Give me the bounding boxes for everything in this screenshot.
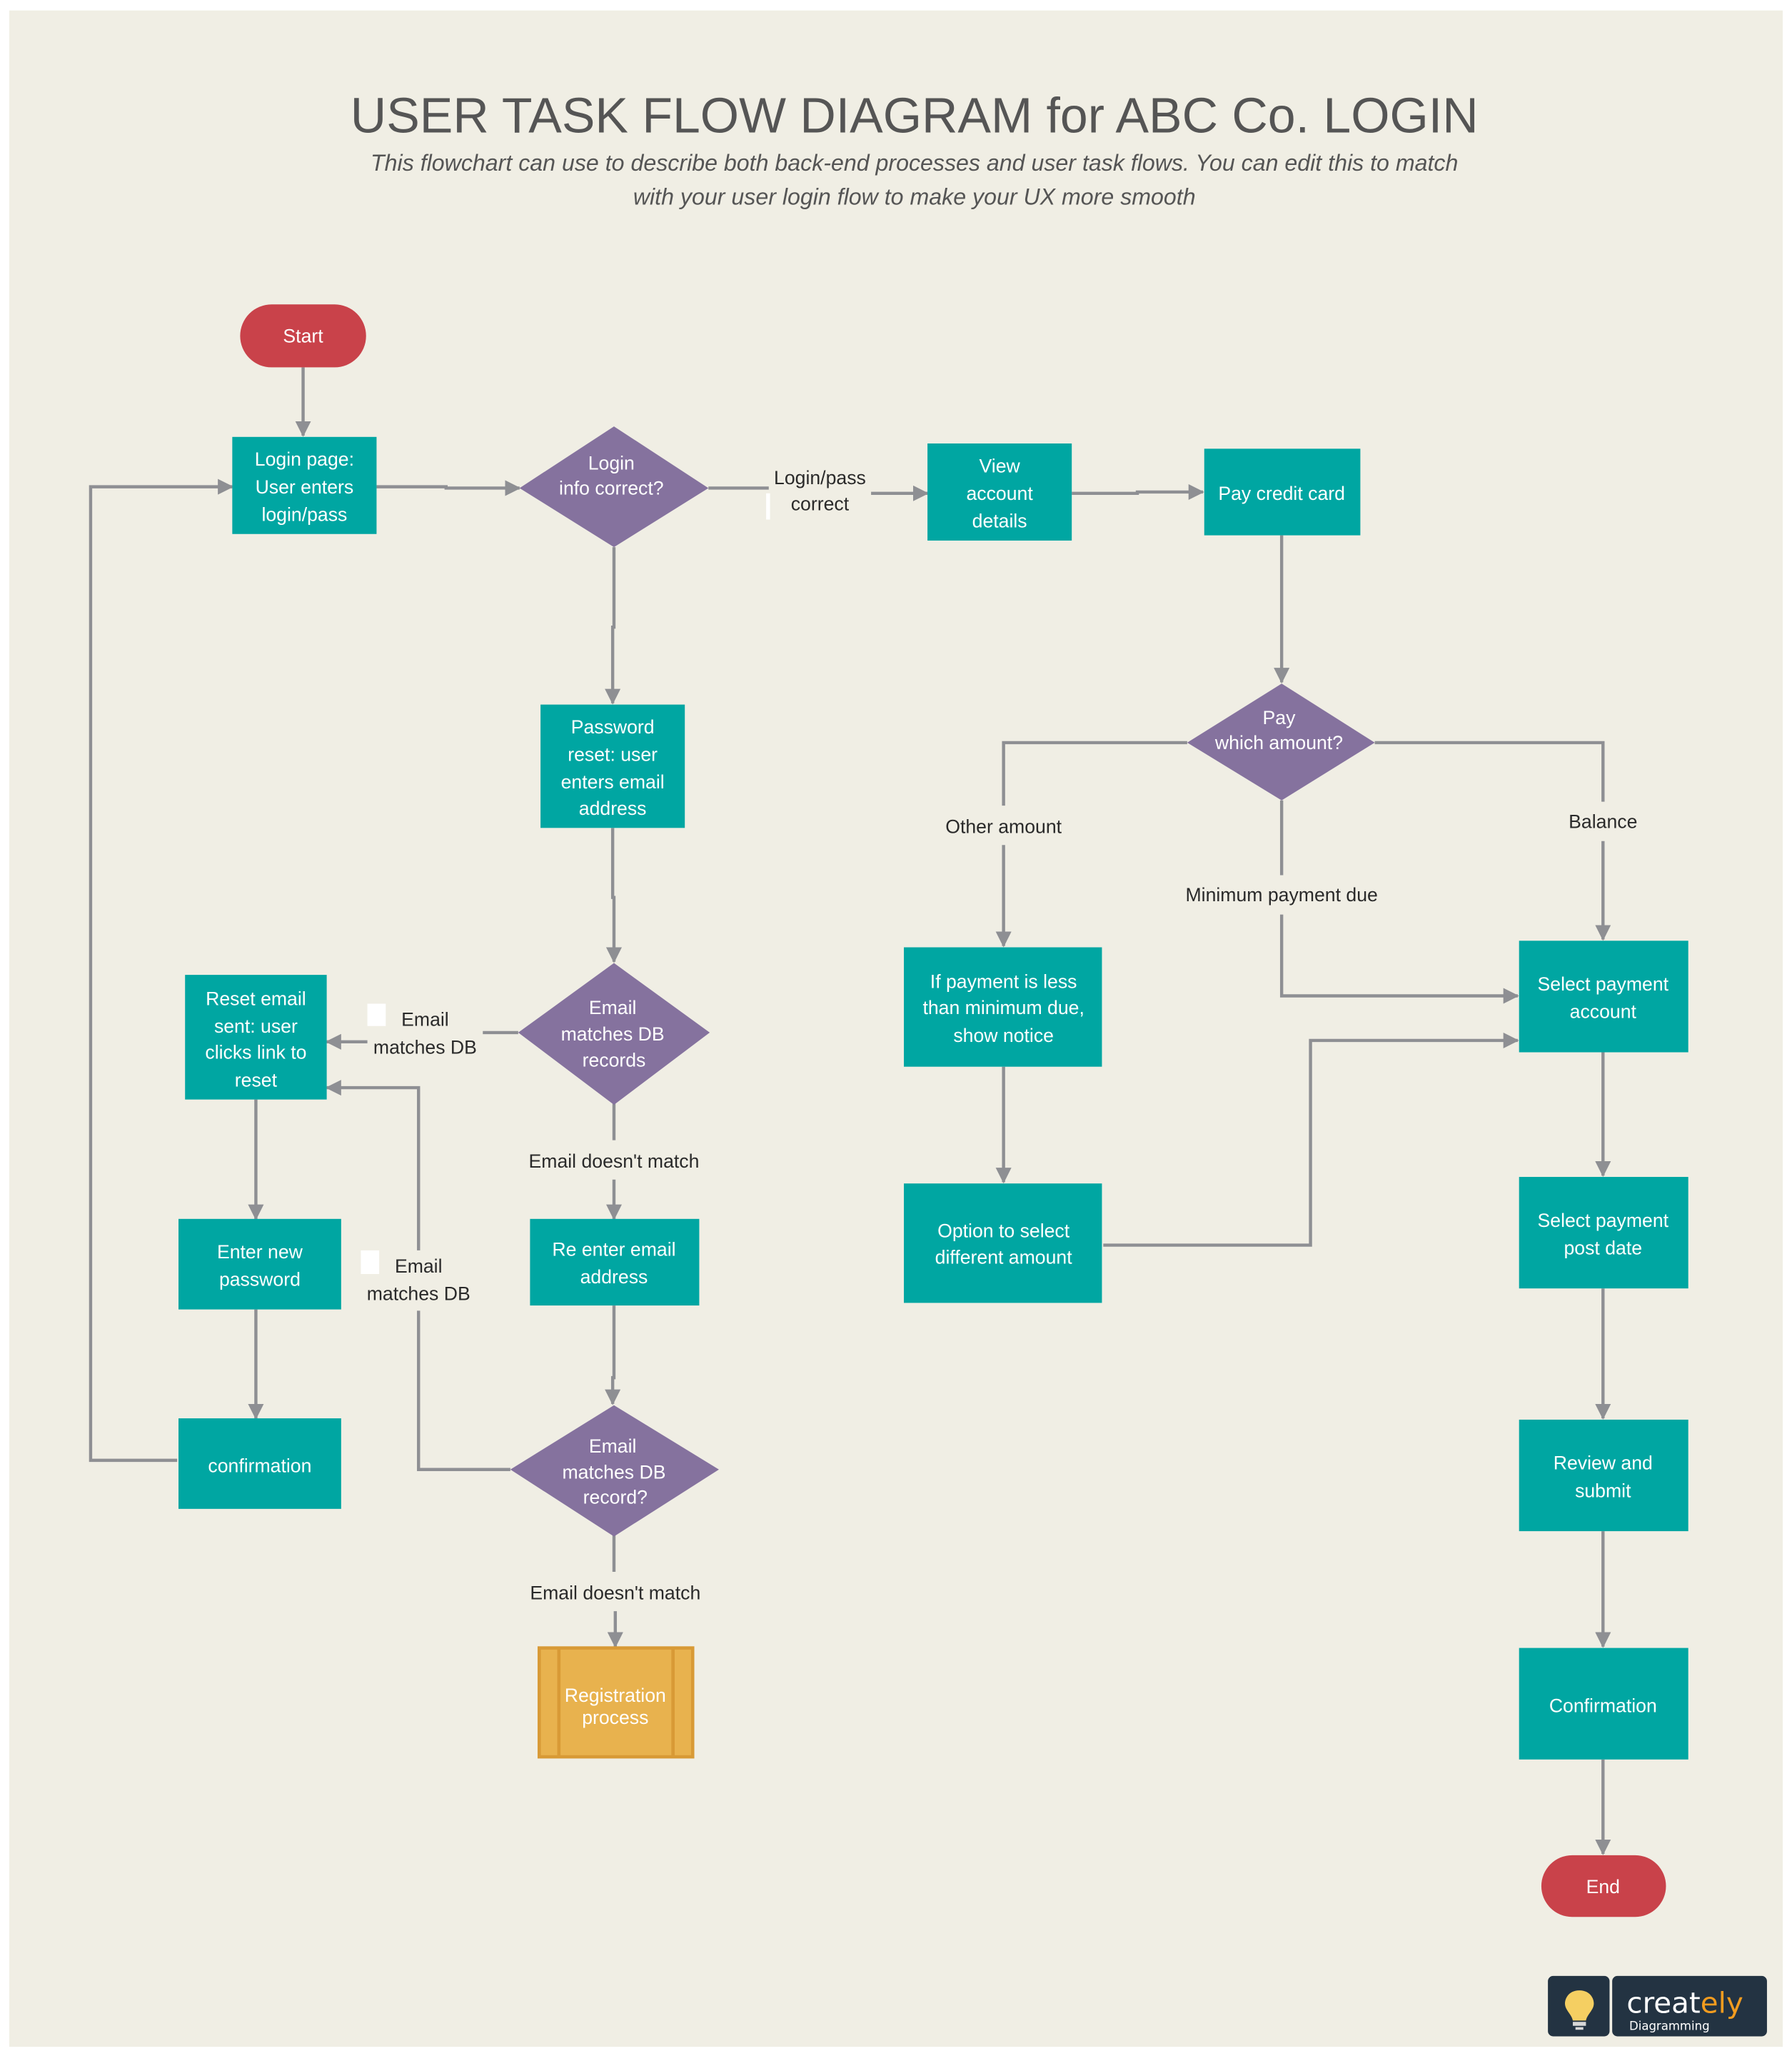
- select-post-date-label-2: post date: [1564, 1237, 1643, 1258]
- logo-tagline: Diagramming: [1629, 2019, 1710, 2032]
- reenter-email-process[interactable]: Re enter email address: [530, 1218, 700, 1306]
- pay-credit-card-process[interactable]: Pay credit card: [1204, 448, 1361, 536]
- payment-less-label-3: show notice: [953, 1025, 1054, 1046]
- edge-label-login-correct-2: correct: [791, 493, 850, 515]
- login-page-label-3: login/pass: [261, 503, 347, 525]
- view-account-label-3: details: [972, 511, 1027, 532]
- reset-email-sent-label-2: sent: user: [214, 1016, 298, 1037]
- payment-less-label-2: than minimum due,: [922, 997, 1084, 1018]
- login-correct-label-1: Login: [588, 453, 635, 474]
- login-page-process[interactable]: Login page: User enters login/pass: [232, 436, 377, 534]
- edge-label-balance: Balance: [1569, 811, 1637, 832]
- enter-new-password-label-1: Enter new: [217, 1241, 303, 1263]
- select-account-process[interactable]: Select payment account: [1519, 941, 1688, 1053]
- payment-less-process[interactable]: If payment is less than minimum due, sho…: [904, 947, 1102, 1067]
- view-account-process[interactable]: View account details: [927, 443, 1072, 541]
- pay-which-label-1: Pay: [1263, 707, 1297, 728]
- flowchart-svg: USER TASK FLOW DIAGRAM for ABC Co. LOGIN…: [9, 10, 1783, 2047]
- edge-label-email-matches-2-a: Email: [395, 1255, 443, 1277]
- edge-label-no-match-2: Email doesn't match: [530, 1583, 700, 1604]
- select-account-shape: [1519, 941, 1688, 1053]
- confirmation-right-label: Confirmation: [1549, 1695, 1657, 1717]
- email-matches-2-label-3: record?: [583, 1487, 648, 1508]
- label-marker: [367, 1003, 386, 1026]
- edge-view-to-pay: [1072, 483, 1204, 500]
- label-marker: [361, 1250, 380, 1274]
- confirmation-left-label: confirmation: [208, 1455, 311, 1476]
- page-title: USER TASK FLOW DIAGRAM for ABC Co. LOGIN: [351, 88, 1479, 144]
- review-submit-process[interactable]: Review and submit: [1519, 1419, 1688, 1532]
- edge-login-to-decision: [376, 480, 521, 496]
- select-post-date-shape: [1519, 1177, 1688, 1289]
- reset-email-sent-process[interactable]: Reset email sent: user clicks link to re…: [185, 975, 327, 1100]
- login-page-label-1: Login page:: [255, 448, 354, 470]
- select-account-label-2: account: [1570, 1001, 1637, 1023]
- password-reset-label-3: enters email: [561, 771, 665, 793]
- confirmation-left-process[interactable]: confirmation: [178, 1418, 341, 1509]
- registration-label-2: process: [582, 1707, 648, 1728]
- password-reset-label-2: reset: user: [568, 744, 658, 766]
- review-submit-label-1: Review and: [1554, 1453, 1653, 1474]
- diagram-canvas: USER TASK FLOW DIAGRAM for ABC Co. LOGIN…: [0, 0, 1792, 2056]
- label-marker: [766, 493, 770, 520]
- email-matches-1-label-1: Email: [589, 997, 637, 1018]
- reenter-email-label-2: address: [580, 1266, 648, 1288]
- logo-brand: creately: [1626, 1985, 1743, 2020]
- pay-which-label-2: which amount?: [1214, 732, 1343, 753]
- option-select-label-2: different amount: [935, 1246, 1073, 1268]
- end-label: End: [1586, 1876, 1620, 1897]
- review-submit-label-2: submit: [1575, 1480, 1631, 1501]
- enter-new-password-shape: [178, 1218, 341, 1310]
- start-label: Start: [283, 326, 323, 347]
- pay-credit-card-label: Pay credit card: [1218, 483, 1345, 504]
- reenter-email-shape: [530, 1218, 700, 1306]
- email-matches-2-label-1: Email: [589, 1435, 637, 1457]
- login-correct-label-2: info correct?: [559, 478, 664, 499]
- select-account-label-1: Select payment: [1538, 973, 1669, 995]
- reenter-email-label-1: Re enter email: [552, 1238, 675, 1260]
- payment-less-label-1: If payment is less: [930, 971, 1077, 992]
- edge-reset-to-email-decision: [605, 828, 623, 963]
- edge-reenter-to-email-decision-2: [605, 1305, 621, 1405]
- edge-label-other-amount: Other amount: [945, 816, 1062, 838]
- registration-subprocess[interactable]: Registration process: [537, 1646, 695, 1759]
- password-reset-label-1: Password: [571, 716, 655, 738]
- view-account-label-2: account: [967, 483, 1034, 504]
- end-terminator[interactable]: End: [1541, 1855, 1666, 1917]
- option-select-label-1: Option to select: [937, 1220, 1070, 1242]
- edge-label-minimum-payment: Minimum payment due: [1185, 884, 1377, 906]
- reset-email-sent-label-4: reset: [235, 1069, 278, 1090]
- registration-label-1: Registration: [565, 1685, 666, 1706]
- email-matches-2-label-2: matches DB: [562, 1462, 665, 1483]
- enter-new-password-label-2: password: [219, 1269, 301, 1290]
- edge-label-login-correct-1: Login/pass: [774, 467, 866, 488]
- password-reset-process[interactable]: Password reset: user enters email addres…: [540, 704, 685, 828]
- edge-label-email-matches-1-a: Email: [401, 1009, 449, 1030]
- email-matches-1-label-3: records: [583, 1050, 646, 1071]
- password-reset-label-4: address: [579, 798, 647, 819]
- select-post-date-process[interactable]: Select payment post date: [1519, 1177, 1688, 1289]
- creately-logo[interactable]: creately Diagramming: [1548, 1975, 1767, 2037]
- view-account-label-1: View: [980, 455, 1021, 476]
- reset-email-sent-label-1: Reset email: [206, 988, 306, 1009]
- edge-label-no-match-1: Email doesn't match: [529, 1150, 700, 1172]
- edge-decision-to-password-reset: [605, 547, 621, 705]
- edge-label-email-matches-2-b: matches DB: [367, 1283, 470, 1305]
- login-page-label-2: User enters: [256, 476, 354, 498]
- option-select-process[interactable]: Option to select different amount: [904, 1183, 1102, 1303]
- start-terminator[interactable]: Start: [240, 304, 366, 368]
- email-matches-1-label-2: matches DB: [561, 1023, 665, 1045]
- enter-new-password-process[interactable]: Enter new password: [178, 1218, 341, 1310]
- page-subtitle-line-2: with your user login flow to make your U…: [633, 184, 1196, 210]
- reset-email-sent-label-3: clicks link to: [205, 1042, 306, 1063]
- select-post-date-label-1: Select payment: [1538, 1210, 1669, 1231]
- page-subtitle-line-1: This flowchart can use to describe both …: [371, 150, 1458, 176]
- confirmation-right-process[interactable]: Confirmation: [1519, 1648, 1688, 1760]
- review-submit-shape: [1519, 1419, 1688, 1532]
- edge-label-email-matches-1-b: matches DB: [373, 1036, 477, 1058]
- option-select-shape: [904, 1183, 1102, 1303]
